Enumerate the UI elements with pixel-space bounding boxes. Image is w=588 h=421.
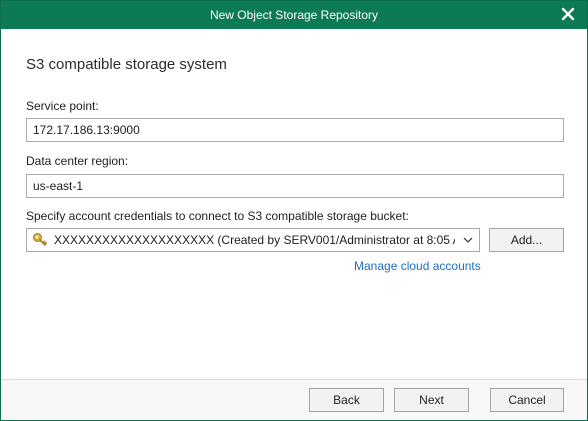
chevron-down-icon[interactable] [461, 233, 475, 247]
credentials-selected-value: XXXXXXXXXXXXXXXXXXXX (Created by SERV001… [54, 233, 455, 247]
close-icon[interactable] [559, 5, 577, 23]
service-point-label: Service point: [26, 99, 99, 113]
page-heading: S3 compatible storage system [26, 56, 227, 73]
credentials-label: Specify account credentials to connect t… [26, 209, 409, 223]
service-point-input[interactable]: 172.17.186.13:9000 [26, 118, 564, 142]
window-title: New Object Storage Repository [209, 8, 379, 22]
region-input[interactable]: us-east-1 [26, 174, 564, 198]
manage-cloud-accounts-link[interactable]: Manage cloud accounts [354, 259, 481, 273]
key-icon [32, 232, 48, 248]
cancel-button[interactable]: Cancel [490, 388, 564, 412]
title-bar: New Object Storage Repository [1, 1, 587, 29]
dialog-window: New Object Storage Repository S3 compati… [0, 0, 588, 421]
next-button[interactable]: Next [394, 388, 469, 412]
add-account-button[interactable]: Add... [489, 228, 564, 252]
region-label: Data center region: [26, 154, 129, 168]
credentials-dropdown[interactable]: XXXXXXXXXXXXXXXXXXXX (Created by SERV001… [26, 228, 480, 252]
back-button[interactable]: Back [309, 388, 384, 412]
